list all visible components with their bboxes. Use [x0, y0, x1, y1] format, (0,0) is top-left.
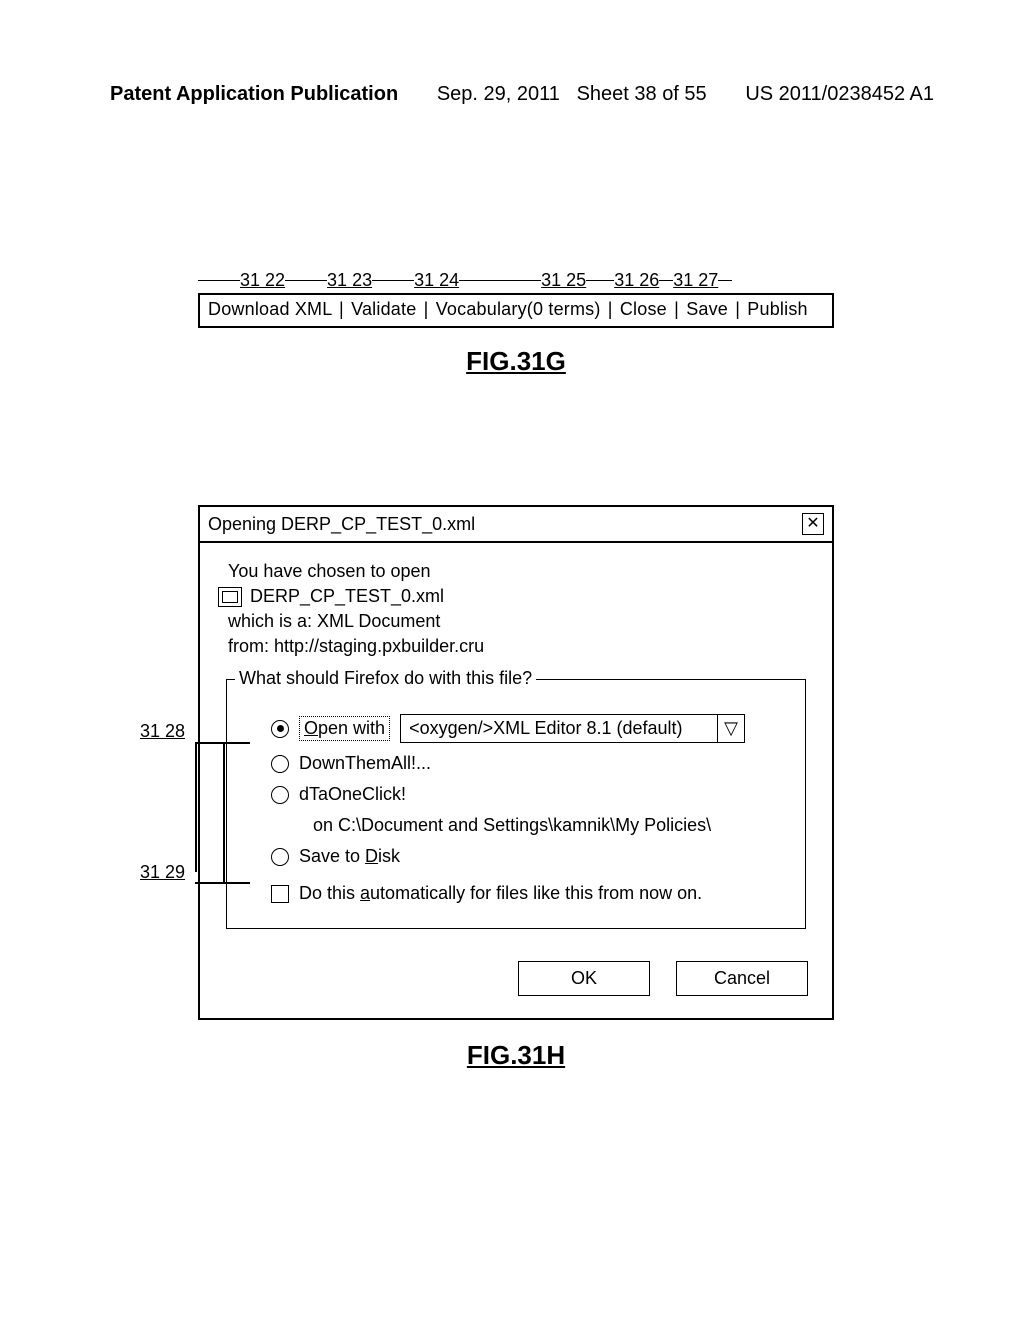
open-file-dialog: Opening DERP_CP_TEST_0.xml ✕ You have ch… — [198, 505, 834, 1020]
open-with-row: Open with <oxygen/>XML Editor 8.1 (defau… — [271, 714, 791, 743]
header-mid: Sep. 29, 2011 Sheet 38 of 55 — [437, 83, 707, 106]
ref-3128: 31 28 — [140, 721, 185, 742]
leader-line — [195, 882, 250, 884]
leader-line — [195, 742, 197, 872]
fieldset-legend: What should Firefox do with this file? — [235, 668, 536, 689]
radio-dtaoneclick[interactable] — [271, 786, 289, 804]
open-with-combo[interactable]: <oxygen/>XML Editor 8.1 (default) ▽ — [400, 714, 745, 743]
fig-31h: Opening DERP_CP_TEST_0.xml ✕ You have ch… — [198, 505, 834, 1071]
vocabulary-link[interactable]: Vocabulary(0 terms) — [436, 299, 601, 319]
auto-checkbox-row: Do this automatically for files like thi… — [271, 883, 791, 904]
auto-checkbox-label: Do this automatically for files like thi… — [299, 883, 702, 904]
dtaoneclick-label: dTaOneClick! — [299, 784, 406, 805]
fig-31h-caption: FIG.31H — [198, 1040, 834, 1071]
chevron-down-icon[interactable]: ▽ — [718, 714, 745, 743]
close-link[interactable]: Close — [620, 299, 667, 319]
publish-link[interactable]: Publish — [747, 299, 807, 319]
radio-save-to-disk[interactable] — [271, 848, 289, 866]
open-with-label[interactable]: Open with — [299, 716, 390, 741]
dialog-body: You have chosen to open DERP_CP_TEST_0.x… — [200, 543, 832, 929]
pipe: | — [672, 299, 681, 319]
pipe: | — [606, 299, 620, 319]
ref-3123: 31 23 — [327, 270, 372, 291]
ref-3125: 31 25 — [541, 270, 586, 291]
reference-numeral-row: 31 22 31 23 31 24 31 25 31 26 31 27 — [198, 270, 834, 291]
pipe: | — [337, 299, 346, 319]
cancel-button[interactable]: Cancel — [676, 961, 808, 996]
header-date: Sep. 29, 2011 — [437, 83, 560, 105]
header-right: US 2011/0238452 A1 — [745, 83, 934, 106]
page-header: Patent Application Publication Sep. 29, … — [110, 83, 934, 106]
downthemall-row: DownThemAll!... — [271, 753, 791, 774]
close-icon[interactable]: ✕ — [802, 513, 824, 535]
header-sheet: Sheet 38 of 55 — [577, 83, 707, 105]
dialog-title: Opening DERP_CP_TEST_0.xml — [208, 514, 475, 535]
fig-31g: 31 22 31 23 31 24 31 25 31 26 31 27 Down… — [198, 270, 834, 377]
pipe: | — [733, 299, 747, 319]
dialog-buttons: OK Cancel — [200, 943, 832, 1018]
filename: DERP_CP_TEST_0.xml — [250, 586, 444, 607]
ref-3122: 31 22 — [240, 270, 285, 291]
pipe: | — [422, 299, 431, 319]
radio-open-with[interactable] — [271, 720, 289, 738]
file-line: DERP_CP_TEST_0.xml — [218, 586, 814, 607]
radio-downthemall[interactable] — [271, 755, 289, 773]
save-to-disk-row: Save to Disk — [271, 846, 791, 867]
dialog-titlebar: Opening DERP_CP_TEST_0.xml ✕ — [200, 507, 832, 543]
auto-checkbox[interactable] — [271, 885, 289, 903]
which-is-a: which is a: XML Document — [228, 611, 814, 632]
from-line: from: http://staging.pxbuilder.cru — [228, 636, 814, 657]
ref-3124: 31 24 — [414, 270, 459, 291]
validate-link[interactable]: Validate — [351, 299, 416, 319]
downthemall-label: DownThemAll!... — [299, 753, 431, 774]
open-with-value: <oxygen/>XML Editor 8.1 (default) — [400, 714, 718, 743]
action-fieldset: What should Firefox do with this file? O… — [226, 679, 806, 929]
dtaoneclick-path: on C:\Document and Settings\kamnik\My Po… — [313, 815, 791, 836]
download-xml-link[interactable]: Download XML — [208, 299, 332, 319]
ref-3126: 31 26 — [614, 270, 659, 291]
ref-3129: 31 29 — [140, 862, 185, 883]
header-left: Patent Application Publication — [110, 83, 398, 106]
ok-button[interactable]: OK — [518, 961, 650, 996]
fig-31g-caption: FIG.31G — [198, 346, 834, 377]
document-icon — [218, 587, 242, 607]
save-link[interactable]: Save — [686, 299, 728, 319]
toolbar: Download XML | Validate | Vocabulary(0 t… — [198, 293, 834, 328]
leader-line — [223, 742, 225, 882]
save-to-disk-label: Save to Disk — [299, 846, 400, 867]
ref-3127: 31 27 — [673, 270, 718, 291]
intro-text: You have chosen to open — [228, 561, 814, 582]
dtaoneclick-row: dTaOneClick! — [271, 784, 791, 805]
